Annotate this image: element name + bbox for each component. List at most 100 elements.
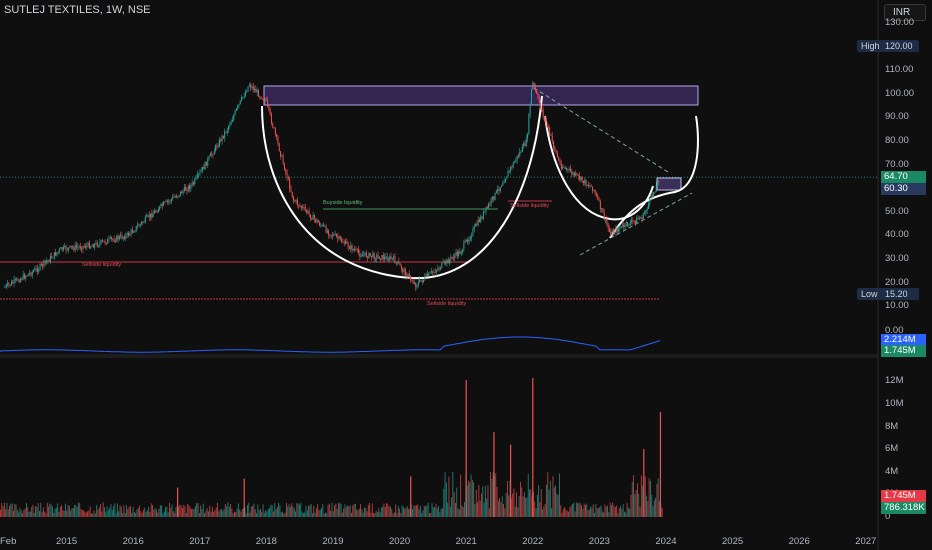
candle-body bbox=[321, 224, 323, 226]
volume-bar bbox=[75, 504, 77, 517]
volume-bar bbox=[474, 504, 476, 517]
sellside-liquidity-label-bottom: Sellside liquidity bbox=[427, 301, 467, 307]
candle-body bbox=[86, 245, 88, 248]
candle-body bbox=[65, 246, 67, 251]
candle-body bbox=[495, 190, 497, 193]
volume-bar bbox=[6, 502, 8, 517]
candle-body bbox=[20, 278, 22, 283]
candle-body bbox=[602, 208, 604, 213]
candle-body bbox=[527, 134, 529, 139]
candle-body bbox=[555, 150, 557, 153]
candle-body bbox=[117, 235, 119, 240]
volume-bar bbox=[462, 506, 464, 517]
volume-bar bbox=[419, 505, 421, 517]
volume-bar-peak bbox=[659, 411, 662, 517]
candle-body bbox=[386, 256, 388, 261]
candle-body bbox=[352, 249, 354, 251]
candle-body bbox=[237, 105, 239, 109]
candle-body bbox=[319, 222, 321, 226]
volume-bar bbox=[338, 503, 339, 517]
volume-bar bbox=[46, 502, 48, 517]
volume-bar bbox=[471, 479, 473, 517]
volume-bar bbox=[423, 505, 425, 517]
volume-bar bbox=[416, 505, 417, 517]
volume-bar bbox=[518, 496, 520, 517]
volume-bar bbox=[253, 503, 255, 517]
volume-bar bbox=[587, 509, 589, 517]
candle-body bbox=[247, 86, 249, 92]
volume-bar bbox=[326, 513, 328, 517]
volume-bar bbox=[263, 512, 265, 517]
volume-bar bbox=[276, 506, 278, 517]
volume-bar bbox=[383, 503, 385, 517]
volume-bar bbox=[234, 511, 235, 517]
volume-bar bbox=[306, 510, 308, 517]
volume-bar bbox=[175, 507, 177, 517]
volume-bar bbox=[406, 506, 408, 517]
volume-bar bbox=[35, 505, 36, 517]
candle-body bbox=[234, 110, 236, 116]
volume-bar bbox=[517, 507, 519, 517]
volume-bar bbox=[68, 505, 70, 517]
volume-bar bbox=[354, 503, 356, 517]
candle-body bbox=[499, 187, 501, 192]
volume-bar bbox=[245, 513, 247, 517]
candle-body bbox=[129, 233, 131, 236]
candle-body bbox=[424, 276, 426, 280]
volume-bar bbox=[201, 509, 203, 517]
indicator-line bbox=[0, 336, 661, 353]
candle-body bbox=[417, 282, 419, 286]
candle-body bbox=[415, 282, 417, 288]
candle-body bbox=[516, 155, 518, 161]
volume-bar bbox=[274, 503, 276, 517]
volume-bar bbox=[455, 503, 456, 517]
candle-body bbox=[313, 215, 315, 219]
candle-body bbox=[367, 256, 369, 259]
time-axis-label: 2022 bbox=[522, 536, 544, 547]
volume-bar bbox=[538, 485, 540, 517]
volume-bar bbox=[578, 502, 580, 517]
volume-bar bbox=[180, 505, 182, 517]
candle-body bbox=[384, 256, 386, 260]
candle-body bbox=[68, 247, 70, 250]
candle-body bbox=[208, 156, 210, 159]
volume-bar bbox=[639, 507, 641, 517]
candle-body bbox=[489, 203, 491, 205]
candle-body bbox=[490, 198, 492, 205]
volume-bar bbox=[608, 512, 610, 517]
candle-body bbox=[60, 247, 62, 249]
volume-bar bbox=[604, 504, 606, 517]
candle-body bbox=[598, 199, 600, 201]
candle-body bbox=[194, 179, 196, 185]
volume-bar bbox=[432, 507, 434, 517]
volume-bar bbox=[37, 502, 39, 517]
candle-body bbox=[546, 122, 548, 127]
candle-body bbox=[53, 252, 55, 258]
volume-bar bbox=[429, 513, 430, 517]
volume-bar bbox=[27, 507, 29, 517]
candle-body bbox=[48, 260, 50, 262]
volume-bar bbox=[183, 504, 185, 517]
volume-bar bbox=[111, 509, 113, 517]
price-chart[interactable] bbox=[0, 0, 932, 550]
candle-body bbox=[222, 135, 224, 138]
volume-bar bbox=[237, 503, 239, 517]
volume-bar bbox=[81, 510, 83, 517]
volume-bar bbox=[48, 506, 49, 517]
volume-bar bbox=[417, 504, 419, 517]
candle-body bbox=[151, 213, 153, 218]
candle-body bbox=[91, 245, 93, 247]
volume-bar bbox=[456, 487, 458, 517]
candle-body bbox=[88, 242, 90, 249]
candle-body bbox=[207, 158, 209, 166]
volume-bar bbox=[241, 508, 243, 517]
candle-body bbox=[12, 282, 14, 284]
candle-body bbox=[462, 249, 464, 252]
high-badge: High 120.00 bbox=[857, 40, 919, 52]
candle-body bbox=[389, 256, 391, 260]
volume-bar bbox=[214, 510, 216, 517]
candle-body bbox=[239, 100, 241, 105]
price-axis-tick: 50.00 bbox=[885, 205, 909, 217]
candle-body bbox=[122, 236, 124, 239]
volume-bar bbox=[118, 511, 120, 517]
